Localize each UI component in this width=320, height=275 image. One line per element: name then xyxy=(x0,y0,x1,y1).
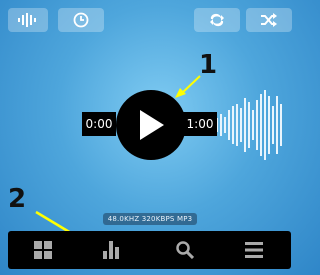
menu-icon xyxy=(245,242,263,258)
equalizer-button[interactable] xyxy=(8,8,48,32)
arrow-1 xyxy=(175,75,201,98)
audio-info-label: 48.0KHZ 320KBPS MP3 xyxy=(103,213,197,225)
callout-number-2: 2 xyxy=(8,184,27,214)
play-button[interactable] xyxy=(116,90,186,160)
current-time: 0:00 xyxy=(82,112,116,136)
play-icon xyxy=(140,110,164,140)
bar-chart-icon xyxy=(103,241,119,259)
nav-equalizer-button[interactable] xyxy=(83,231,143,269)
bottom-nav-bar xyxy=(8,231,291,269)
nav-search-button[interactable] xyxy=(155,231,215,269)
clock-icon xyxy=(73,12,89,28)
sleep-timer-button[interactable] xyxy=(58,8,104,32)
nav-library-button[interactable] xyxy=(13,231,73,269)
shuffle-button[interactable] xyxy=(246,8,292,32)
nav-menu-button[interactable] xyxy=(224,231,284,269)
repeat-icon xyxy=(210,13,224,27)
search-icon xyxy=(176,241,194,259)
equalizer-icon xyxy=(18,13,36,27)
grid-icon xyxy=(34,241,52,259)
repeat-button[interactable] xyxy=(194,8,240,32)
total-time: 1:00 xyxy=(183,112,217,136)
callout-number-1: 1 xyxy=(199,50,218,80)
shuffle-icon xyxy=(261,13,277,27)
waveform xyxy=(208,90,282,160)
